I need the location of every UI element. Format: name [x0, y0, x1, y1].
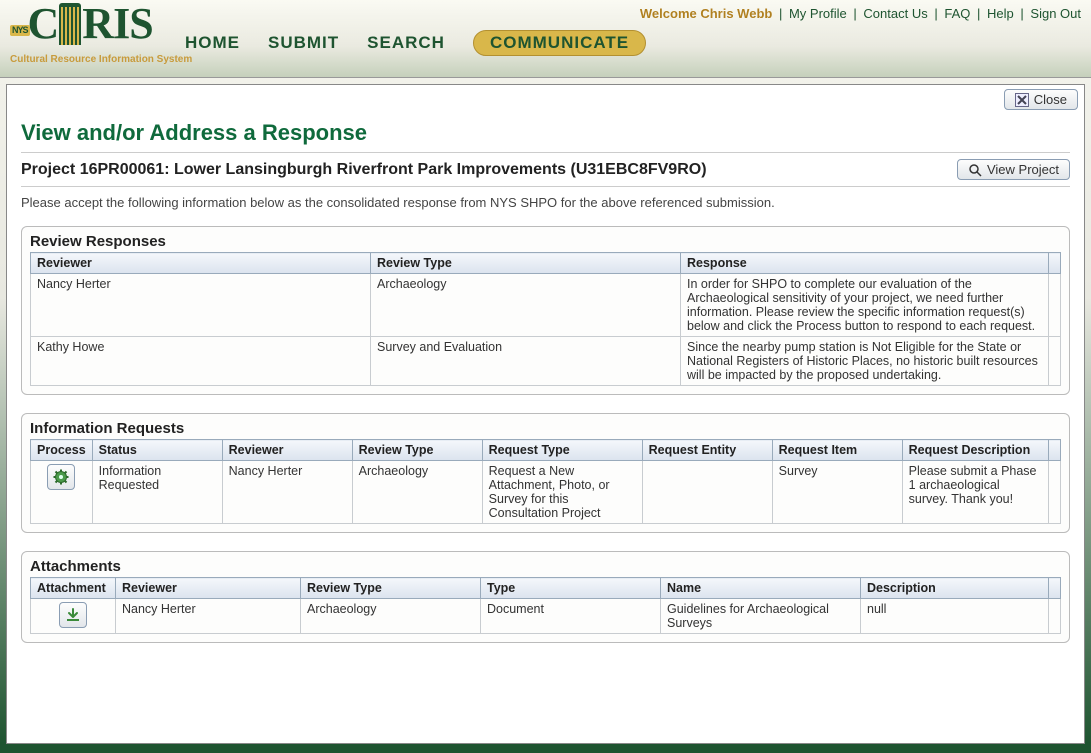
col-reviewer[interactable]: Reviewer — [222, 440, 352, 461]
close-icon — [1015, 93, 1029, 107]
cell-request-item: Survey — [772, 461, 902, 524]
cell-name: Guidelines for Archaeological Surveys — [661, 599, 861, 634]
cell-reviewer: Kathy Howe — [31, 337, 371, 386]
review-responses-title: Review Responses — [30, 233, 1061, 250]
cell-response: In order for SHPO to complete our evalua… — [681, 274, 1049, 337]
main-nav: HOME SUBMIT SEARCH COMMUNICATE — [185, 30, 646, 56]
content-frame: Close View and/or Address a Response Pro… — [6, 84, 1085, 744]
cell-status: Information Requested — [92, 461, 222, 524]
link-my-profile[interactable]: My Profile — [789, 6, 847, 21]
col-request-type[interactable]: Request Type — [482, 440, 642, 461]
nav-search[interactable]: SEARCH — [367, 33, 445, 53]
col-process[interactable]: Process — [31, 440, 93, 461]
col-request-desc[interactable]: Request Description — [902, 440, 1048, 461]
col-type[interactable]: Type — [481, 578, 661, 599]
link-help[interactable]: Help — [987, 6, 1014, 21]
download-button[interactable] — [59, 602, 87, 628]
toolbar: Close — [7, 85, 1084, 114]
information-requests-panel: Information Requests Process Status Revi… — [21, 413, 1070, 533]
col-request-entity[interactable]: Request Entity — [642, 440, 772, 461]
logo-subtitle: Cultural Resource Information System — [10, 54, 192, 65]
col-reviewer[interactable]: Reviewer — [116, 578, 301, 599]
process-button[interactable] — [47, 464, 75, 490]
col-review-type[interactable]: Review Type — [301, 578, 481, 599]
page-title: View and/or Address a Response — [21, 120, 1070, 153]
top-links: Welcome Chris Webb | My Profile | Contac… — [640, 6, 1081, 21]
view-project-button[interactable]: View Project — [957, 159, 1070, 180]
information-requests-table: Process Status Reviewer Review Type Requ… — [30, 439, 1061, 524]
review-responses-table: Reviewer Review Type Response Nancy Hert… — [30, 252, 1061, 386]
col-status[interactable]: Status — [92, 440, 222, 461]
logo[interactable]: NYSCRIS — [10, 2, 153, 46]
cell-description: null — [861, 599, 1049, 634]
col-trailing — [1049, 440, 1061, 461]
cell-reviewer: Nancy Herter — [222, 461, 352, 524]
attachments-panel: Attachments Attachment Reviewer Review T… — [21, 551, 1070, 643]
attachments-table: Attachment Reviewer Review Type Type Nam… — [30, 577, 1061, 634]
nav-communicate[interactable]: COMMUNICATE — [473, 30, 646, 56]
project-title: Project 16PR00061: Lower Lansingburgh Ri… — [21, 161, 707, 179]
app-header: NYSCRIS Cultural Resource Information Sy… — [0, 0, 1091, 78]
col-trailing — [1049, 253, 1061, 274]
col-review-type[interactable]: Review Type — [352, 440, 482, 461]
download-icon — [65, 607, 81, 623]
view-project-label: View Project — [987, 162, 1059, 177]
cell-review-type: Archaeology — [352, 461, 482, 524]
col-reviewer[interactable]: Reviewer — [31, 253, 371, 274]
col-response[interactable]: Response — [681, 253, 1049, 274]
gear-icon — [53, 469, 69, 485]
table-row[interactable]: Nancy Herter Archaeology In order for SH… — [31, 274, 1061, 337]
table-row[interactable]: Kathy Howe Survey and Evaluation Since t… — [31, 337, 1061, 386]
cell-reviewer: Nancy Herter — [31, 274, 371, 337]
instruction-text: Please accept the following information … — [21, 195, 1070, 210]
information-requests-title: Information Requests — [30, 420, 1061, 437]
col-review-type[interactable]: Review Type — [371, 253, 681, 274]
col-name[interactable]: Name — [661, 578, 861, 599]
link-sign-out[interactable]: Sign Out — [1030, 6, 1081, 21]
link-faq[interactable]: FAQ — [944, 6, 970, 21]
link-contact-us[interactable]: Contact Us — [863, 6, 927, 21]
col-attachment[interactable]: Attachment — [31, 578, 116, 599]
cell-response: Since the nearby pump station is Not Eli… — [681, 337, 1049, 386]
cell-type: Document — [481, 599, 661, 634]
cell-request-entity — [642, 461, 772, 524]
close-label: Close — [1034, 92, 1067, 107]
review-responses-panel: Review Responses Reviewer Review Type Re… — [21, 226, 1070, 395]
nav-submit[interactable]: SUBMIT — [268, 33, 339, 53]
table-row[interactable]: Nancy Herter Archaeology Document Guidel… — [31, 599, 1061, 634]
cell-review-type: Archaeology — [301, 599, 481, 634]
cell-request-desc: Please submit a Phase 1 archaeological s… — [902, 461, 1048, 524]
cell-review-type: Archaeology — [371, 274, 681, 337]
cell-request-type: Request a New Attachment, Photo, or Surv… — [482, 461, 642, 524]
nav-home[interactable]: HOME — [185, 33, 240, 53]
cell-review-type: Survey and Evaluation — [371, 337, 681, 386]
attachments-title: Attachments — [30, 558, 1061, 575]
col-trailing — [1049, 578, 1061, 599]
cell-reviewer: Nancy Herter — [116, 599, 301, 634]
search-icon — [968, 163, 982, 177]
welcome-text: Welcome Chris Webb — [640, 6, 772, 21]
col-description[interactable]: Description — [861, 578, 1049, 599]
col-request-item[interactable]: Request Item — [772, 440, 902, 461]
table-row[interactable]: Information Requested Nancy Herter Archa… — [31, 461, 1061, 524]
close-button[interactable]: Close — [1004, 89, 1078, 110]
